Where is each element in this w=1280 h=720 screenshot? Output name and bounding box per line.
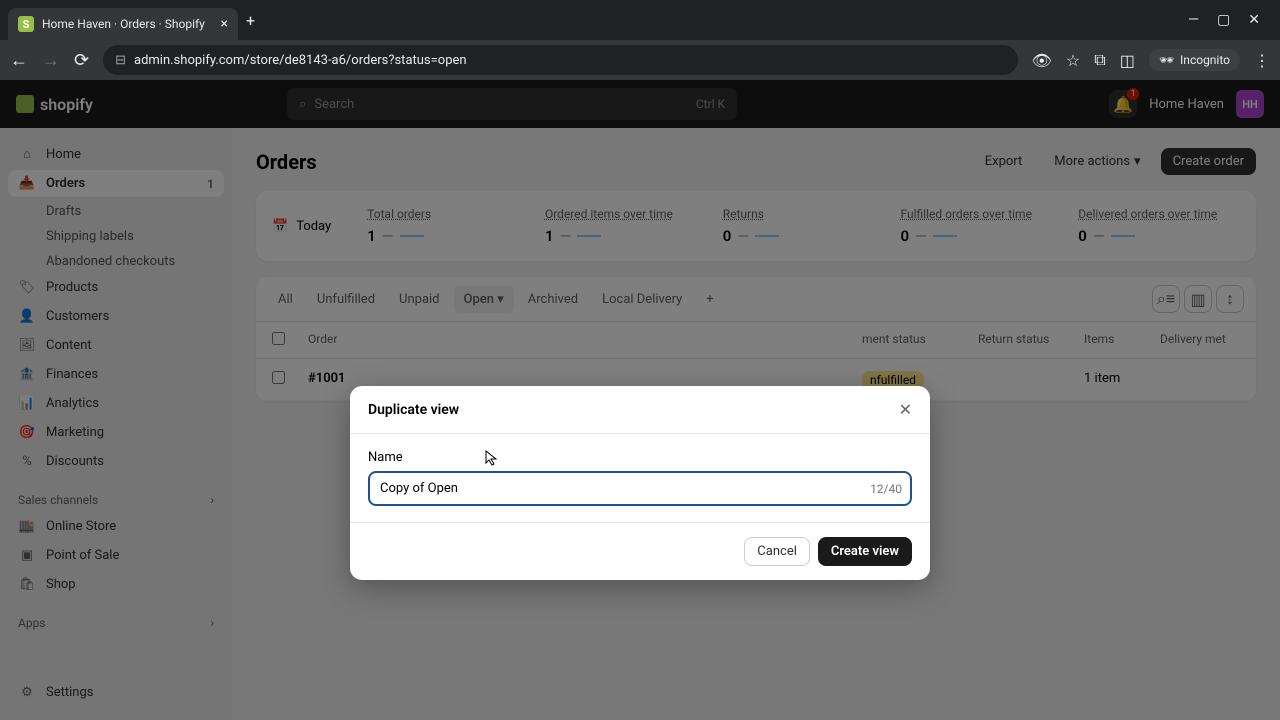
name-label: Name	[368, 450, 912, 465]
new-tab-button[interactable]: +	[246, 11, 255, 30]
modal-title: Duplicate view	[368, 402, 459, 418]
close-window-icon[interactable]: ✕	[1248, 12, 1260, 28]
url-text: admin.shopify.com/store/de8143-a6/orders…	[134, 53, 467, 68]
back-button[interactable]: ←	[10, 50, 28, 71]
tab-close-icon[interactable]: ×	[221, 16, 228, 32]
create-view-button[interactable]: Create view	[818, 537, 912, 566]
forward-button[interactable]: →	[42, 50, 60, 71]
browser-menu-icon[interactable]: ⋮	[1254, 51, 1270, 70]
browser-nav-bar: ← → ⟳ ⊟ admin.shopify.com/store/de8143-a…	[0, 40, 1280, 80]
close-icon[interactable]: ✕	[899, 400, 912, 419]
char-counter: 12/40	[870, 482, 902, 496]
browser-tab-bar: S Home Haven · Orders · Shopify × + — ▢ …	[0, 0, 1280, 40]
minimize-icon[interactable]: —	[1188, 12, 1199, 28]
reload-button[interactable]: ⟳	[74, 50, 89, 71]
bookmark-icon[interactable]: ☆	[1066, 51, 1080, 70]
shopify-favicon: S	[18, 16, 34, 32]
eye-off-icon[interactable]: 👁	[1032, 51, 1052, 70]
duplicate-view-modal: Duplicate view ✕ Name 12/40 Cancel Creat…	[350, 386, 930, 580]
url-bar[interactable]: ⊟ admin.shopify.com/store/de8143-a6/orde…	[103, 45, 1018, 75]
window-controls: — ▢ ✕	[1188, 12, 1272, 28]
maximize-icon[interactable]: ▢	[1217, 12, 1230, 28]
cancel-button[interactable]: Cancel	[744, 537, 810, 566]
extensions-icon[interactable]: ⧉	[1094, 50, 1105, 70]
browser-tab[interactable]: S Home Haven · Orders · Shopify ×	[8, 8, 238, 40]
sidepanel-icon[interactable]: ◫	[1120, 51, 1135, 70]
site-settings-icon[interactable]: ⊟	[115, 53, 126, 68]
incognito-badge[interactable]: 🕶 Incognito	[1149, 49, 1240, 71]
incognito-icon: 🕶	[1159, 53, 1174, 67]
tab-title: Home Haven · Orders · Shopify	[42, 17, 213, 31]
name-input[interactable]	[368, 471, 912, 506]
